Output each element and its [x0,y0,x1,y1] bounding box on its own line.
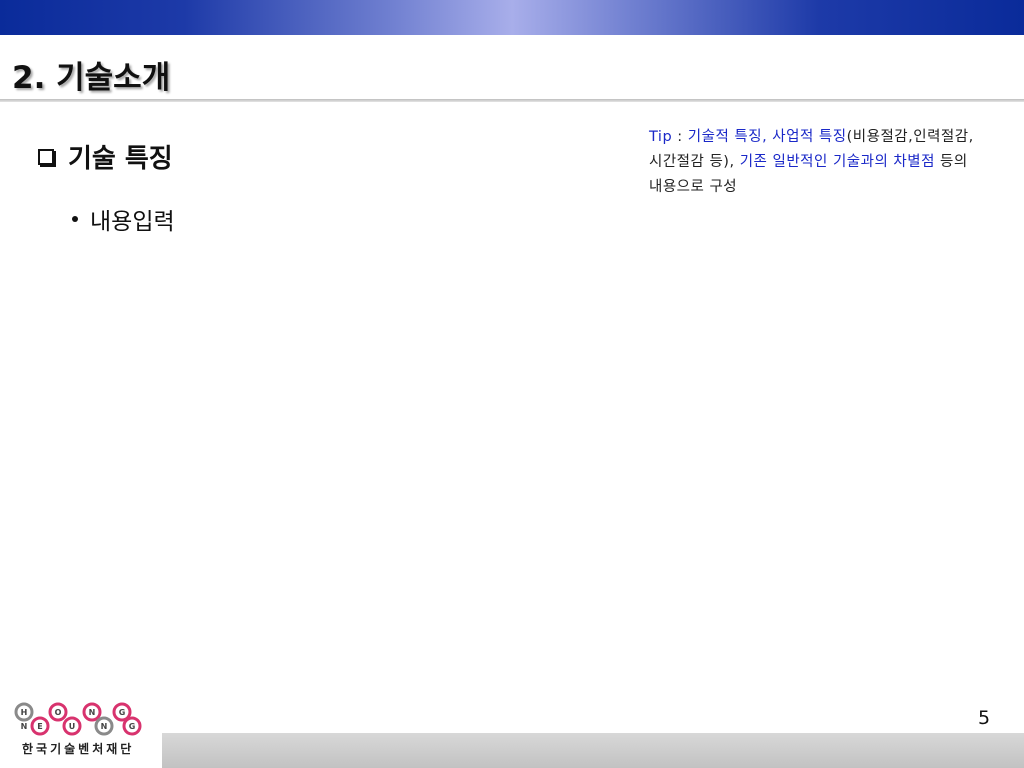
logo-letter-bottom-4: G [129,722,136,731]
tip-text-blue-3: 기존 일반적인 기술과의 차별점 [739,154,935,170]
hongneung-logo-icon: H O N G N E U N G [14,702,142,736]
section-heading: 기술 특징 [38,138,173,175]
tip-colon: : [672,129,688,145]
logo-letter-bottom-0: N [21,722,28,731]
title-divider [0,99,1024,102]
checkbox-bullet-icon [38,148,54,165]
tip-label: Tip [649,129,673,145]
logo-letter-bottom-1: E [37,722,42,731]
bullet-item: 내용입력 [72,202,175,236]
page-number: 5 [978,707,991,729]
tip-note: Tip : 기술적 특징, 사업적 특징(비용절감,인력절감,시간절감 등), … [649,125,984,200]
logo-letter-bottom-3: N [101,722,108,731]
section-heading-text: 기술 특징 [68,144,173,174]
logo-letter-top-0: H [21,708,28,717]
bullet-dot-icon [72,216,78,222]
top-gradient-band [0,0,1024,35]
logo-letter-top-2: N [89,708,96,717]
slide-title: 2. 기술소개 [12,60,171,96]
tip-text-blue-1: 기술적 특징, 사업적 특징 [687,129,847,145]
logo-org-name: 한국기술벤처재단 [22,742,135,756]
logo-letter-bottom-2: U [69,722,76,731]
bullet-text: 내용입력 [90,209,175,235]
logo-letter-top-1: O [55,708,62,717]
logo-letter-top-3: G [119,708,126,717]
